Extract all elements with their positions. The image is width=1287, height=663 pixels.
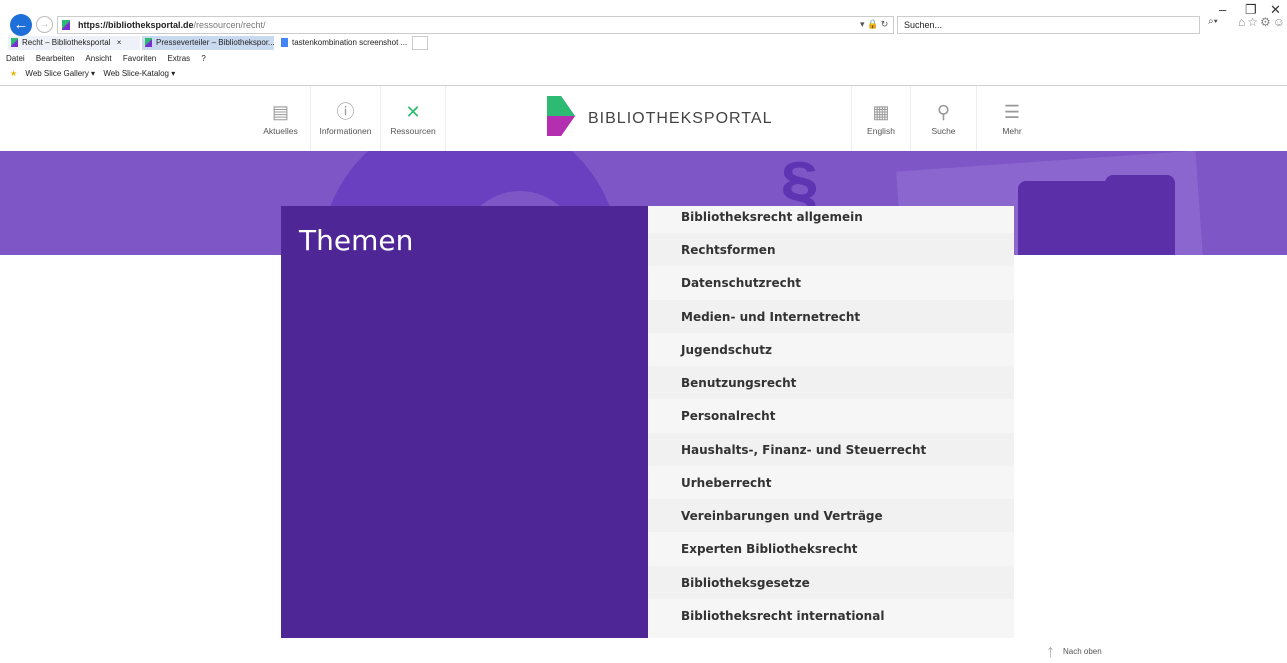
topic-link[interactable]: Bibliotheksrecht international bbox=[648, 599, 1014, 632]
tab-presseverteiler[interactable]: Presseverteiler – Bibliothekspor... bbox=[142, 36, 274, 50]
menu-ansicht[interactable]: Ansicht bbox=[85, 54, 111, 63]
site-favicon-icon bbox=[62, 20, 70, 30]
fav-web-slice-katalog[interactable]: Web Slice-Katalog ▾ bbox=[103, 69, 175, 78]
page-title: Themen bbox=[299, 224, 414, 257]
arrow-up-icon: ↑ bbox=[1046, 641, 1055, 661]
menu-extras[interactable]: Extras bbox=[167, 54, 190, 63]
search-input[interactable]: Suchen... bbox=[897, 16, 1200, 34]
menu-favoriten[interactable]: Favoriten bbox=[123, 54, 156, 63]
flag-uk-icon: ▦ bbox=[872, 101, 890, 122]
menu-datei[interactable]: Datei bbox=[6, 54, 25, 63]
topic-link[interactable]: Vereinbarungen und Verträge bbox=[648, 499, 1014, 532]
nav-english[interactable]: ▦ English bbox=[851, 86, 911, 151]
tab-google[interactable]: tastenkombination screenshot ... bbox=[278, 36, 410, 50]
nav-informationen[interactable]: ⓘ Informationen bbox=[311, 86, 381, 151]
nav-ressourcen[interactable]: ✕ Ressourcen bbox=[381, 86, 446, 151]
fav-web-slice-gallery[interactable]: Web Slice Gallery ▾ bbox=[25, 69, 95, 78]
topic-link[interactable]: Rechtsformen bbox=[648, 233, 1014, 266]
search-go-icon[interactable]: ⌕▾ bbox=[1208, 16, 1218, 27]
menu-help[interactable]: ? bbox=[201, 54, 205, 63]
bibliotheksportal-logo[interactable] bbox=[547, 96, 575, 136]
topic-link[interactable]: Benutzungsrecht bbox=[648, 366, 1014, 399]
info-icon: ⓘ bbox=[336, 101, 355, 122]
nav-mehr[interactable]: ☰ Mehr bbox=[977, 86, 1047, 151]
back-button[interactable]: ← bbox=[10, 14, 32, 36]
topic-link[interactable]: Experten Bibliotheksrecht bbox=[648, 532, 1014, 565]
forward-button[interactable]: → bbox=[36, 16, 53, 33]
topic-link[interactable]: Medien- und Internetrecht bbox=[648, 300, 1014, 333]
topic-link[interactable]: Personalrecht bbox=[648, 399, 1014, 432]
brand-name[interactable]: BIBLIOTHEKSPORTAL bbox=[588, 110, 772, 128]
back-to-top-link[interactable]: ↑ Nach oben bbox=[1046, 642, 1102, 660]
topic-link[interactable]: Urheberrecht bbox=[648, 466, 1014, 499]
new-tab-button[interactable] bbox=[412, 36, 428, 50]
topic-link[interactable]: Bibliotheksgesetze bbox=[648, 566, 1014, 599]
close-tab-icon[interactable]: × bbox=[117, 38, 122, 47]
google-icon bbox=[281, 38, 288, 47]
favorites-bar: ★ Web Slice Gallery ▾ Web Slice-Katalog … bbox=[10, 67, 181, 81]
topic-link[interactable]: Jugendschutz bbox=[648, 333, 1014, 366]
topic-link[interactable]: Haushalts-, Finanz- und Steuerrecht bbox=[648, 433, 1014, 466]
topic-link[interactable]: Datenschutzrecht bbox=[648, 266, 1014, 299]
menu-bearbeiten[interactable]: Bearbeiten bbox=[36, 54, 75, 63]
themen-panel: Themen bbox=[281, 206, 648, 638]
url-path: /ressourcen/recht/ bbox=[193, 20, 266, 30]
nav-aktuelles[interactable]: ▤ Aktuelles bbox=[251, 86, 311, 151]
topic-list: Bibliotheksrecht allgemein Rechtsformen … bbox=[648, 206, 1014, 638]
toolbar-icons[interactable]: ⌂☆⚙☺ bbox=[1238, 15, 1287, 29]
browser-chrome: – ❐ ✕ ← → https://bibliotheksportal.de/r… bbox=[0, 0, 1287, 86]
address-controls-icon[interactable]: ▾ 🔒 ↻ bbox=[860, 16, 888, 32]
site-header: ▤ Aktuelles ⓘ Informationen ✕ Ressourcen… bbox=[0, 86, 1287, 151]
topic-link[interactable]: Bibliotheksrecht allgemein bbox=[648, 200, 1014, 233]
tab-recht[interactable]: Recht – Bibliotheksportal × bbox=[8, 36, 140, 50]
menu-bar: Datei Bearbeiten Ansicht Favoriten Extra… bbox=[6, 52, 215, 66]
tab-strip: Recht – Bibliotheksportal × Pressevertei… bbox=[0, 36, 1287, 50]
tools-icon: ✕ bbox=[405, 101, 421, 122]
favorites-star-icon[interactable]: ★ bbox=[10, 69, 17, 78]
favicon-icon bbox=[11, 38, 18, 47]
search-icon: ⚲ bbox=[936, 101, 951, 122]
url-host: https://bibliotheksportal.de bbox=[78, 20, 194, 30]
nav-suche[interactable]: ⚲ Suche bbox=[911, 86, 977, 151]
menu-icon: ☰ bbox=[1003, 101, 1021, 122]
favicon-icon bbox=[145, 38, 152, 47]
address-bar[interactable]: https://bibliotheksportal.de/ressourcen/… bbox=[57, 16, 894, 34]
news-icon: ▤ bbox=[271, 101, 289, 122]
